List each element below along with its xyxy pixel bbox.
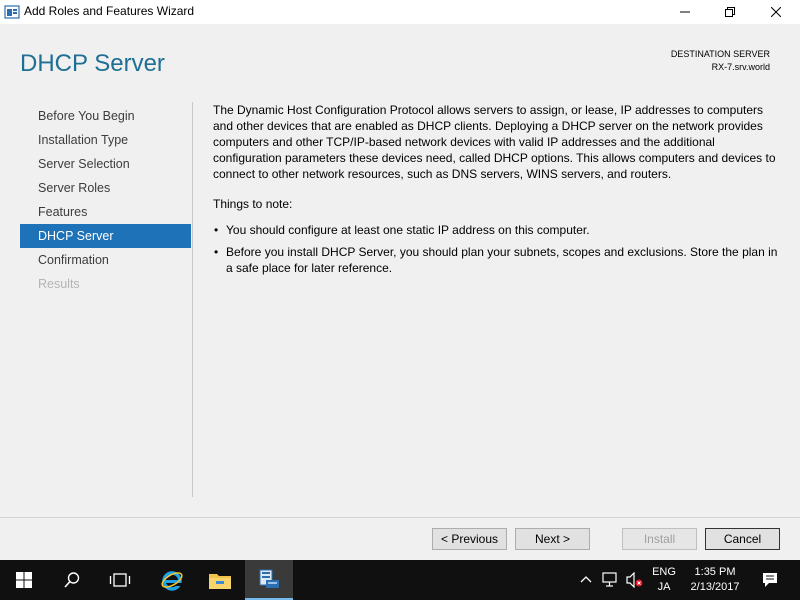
destination-server: DESTINATION SERVER RX-7.srv.world	[671, 48, 770, 74]
list-item: • Before you install DHCP Server, you sh…	[213, 244, 783, 276]
maximize-button[interactable]	[707, 0, 753, 24]
notes-title: Things to note:	[213, 197, 293, 211]
nav-item-before-you-begin[interactable]: Before You Begin	[20, 104, 191, 128]
next-button[interactable]: Next >	[515, 528, 590, 550]
network-icon[interactable]	[602, 572, 620, 593]
notification-icon[interactable]	[762, 572, 778, 593]
footer-divider	[0, 517, 800, 518]
title-bar: Add Roles and Features Wizard	[0, 0, 800, 24]
nav-item-dhcp-server[interactable]: DHCP Server	[20, 224, 191, 248]
install-button: Install	[622, 528, 697, 550]
clock[interactable]: 1:35 PM 2/13/2017	[684, 565, 746, 595]
nav-item-features[interactable]: Features	[20, 200, 191, 224]
window-title: Add Roles and Features Wizard	[24, 4, 195, 18]
close-button[interactable]	[753, 0, 799, 24]
notes-list: • You should configure at least one stat…	[213, 222, 783, 276]
minimize-button[interactable]	[662, 0, 708, 24]
note-text: You should configure at least one static…	[226, 223, 590, 237]
bullet-icon: •	[214, 223, 219, 237]
list-item: • You should configure at least one stat…	[213, 222, 783, 238]
file-explorer-icon[interactable]	[196, 560, 244, 600]
content-pane: The Dynamic Host Configuration Protocol …	[213, 102, 783, 282]
cancel-button[interactable]: Cancel	[705, 528, 780, 550]
wizard-app-icon	[4, 4, 20, 20]
nav-item-results: Results	[38, 277, 80, 291]
start-icon[interactable]	[0, 560, 48, 600]
volume-muted-icon[interactable]	[626, 571, 644, 593]
keyboard-code: JA	[657, 581, 671, 593]
wizard-body: DHCP Server DESTINATION SERVER RX-7.srv.…	[0, 24, 800, 560]
server-manager-icon[interactable]	[245, 560, 293, 600]
page-title: DHCP Server	[20, 50, 165, 77]
nav-item-installation-type[interactable]: Installation Type	[20, 128, 191, 152]
task-view-icon[interactable]	[96, 560, 144, 600]
destination-label: DESTINATION SERVER	[670, 49, 770, 59]
input-language[interactable]: ENG JA	[648, 565, 680, 595]
clock-date: 2/13/2017	[690, 581, 740, 593]
description-text: The Dynamic Host Configuration Protocol …	[213, 103, 776, 181]
language-code: ENG	[652, 566, 676, 578]
ie-icon[interactable]	[148, 560, 196, 600]
chevron-up-icon[interactable]	[580, 573, 592, 591]
nav-item-server-selection[interactable]: Server Selection	[20, 152, 191, 176]
note-text: Before you install DHCP Server, you shou…	[226, 245, 778, 275]
previous-button[interactable]: < Previous	[432, 528, 507, 550]
nav-item-confirmation[interactable]: Confirmation	[20, 248, 191, 272]
wizard-nav: Before You Begin Installation Type Serve…	[20, 104, 191, 296]
nav-item-server-roles[interactable]: Server Roles	[20, 176, 191, 200]
taskbar: ENG JA 1:35 PM 2/13/2017	[0, 560, 800, 600]
destination-server-name: RX-7.srv.world	[711, 62, 770, 72]
bullet-icon: •	[214, 245, 219, 259]
search-icon[interactable]	[48, 560, 96, 600]
nav-divider	[192, 102, 193, 497]
clock-time: 1:35 PM	[694, 566, 736, 578]
